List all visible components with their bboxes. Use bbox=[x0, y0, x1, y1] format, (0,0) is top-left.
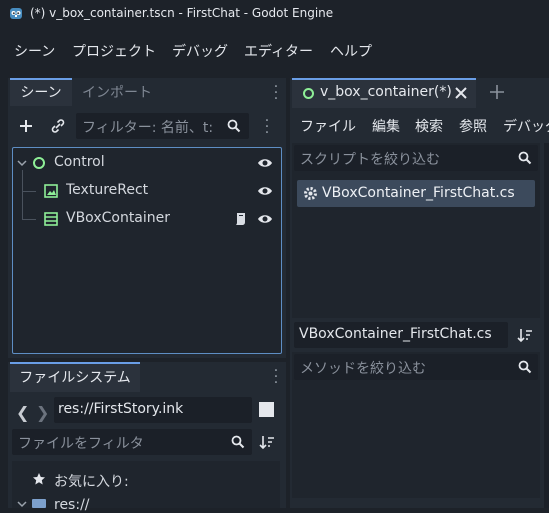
tab-label: v_box_container(*) bbox=[320, 84, 452, 100]
window-title: (*) v_box_container.tscn - FirstChat - G… bbox=[30, 6, 334, 20]
scene-options-icon[interactable]: · · · bbox=[262, 114, 272, 140]
sort-icon[interactable] bbox=[259, 434, 275, 450]
current-script-name: VBoxContainer_FirstChat.cs bbox=[299, 326, 492, 342]
tree-item-label: Control bbox=[54, 154, 105, 170]
close-icon[interactable] bbox=[455, 87, 467, 99]
menu-editor[interactable]: エディター bbox=[244, 41, 313, 61]
tree-item-vboxcontainer[interactable]: VBoxContainer bbox=[16, 206, 278, 232]
star-icon bbox=[32, 472, 46, 486]
tab-import[interactable]: インポート bbox=[82, 80, 152, 106]
script-menu-debug[interactable]: デバッグ bbox=[503, 116, 549, 136]
control-node-icon bbox=[32, 156, 46, 170]
search-icon bbox=[231, 435, 245, 449]
filesystem-path-value: res://FirstStory.ink bbox=[58, 401, 184, 417]
script-menu-file[interactable]: ファイル bbox=[300, 116, 356, 136]
back-arrow-icon[interactable]: ❮ bbox=[16, 403, 29, 422]
add-tab-icon[interactable] bbox=[488, 83, 506, 101]
tab-filesystem[interactable]: ファイルシステム bbox=[10, 362, 140, 392]
search-icon bbox=[518, 151, 532, 165]
menu-project[interactable]: プロジェクト bbox=[72, 41, 156, 61]
chevron-down-icon[interactable] bbox=[16, 500, 28, 508]
script-attached-icon[interactable] bbox=[234, 211, 248, 227]
visibility-eye-icon[interactable] bbox=[257, 212, 273, 226]
menu-help[interactable]: ヘルプ bbox=[330, 41, 372, 61]
scene-tab-icon bbox=[302, 87, 315, 100]
script-filter-input[interactable]: スクリプトを絞り込む bbox=[294, 145, 538, 171]
script-menu-goto[interactable]: 参照 bbox=[459, 116, 487, 136]
file-tree bbox=[12, 461, 280, 508]
sort-methods-icon[interactable] bbox=[517, 327, 533, 343]
link-icon[interactable] bbox=[50, 118, 66, 134]
code-editor-edge bbox=[544, 143, 549, 508]
script-menu-edit[interactable]: 編集 bbox=[372, 116, 400, 136]
texture-rect-icon bbox=[44, 184, 58, 198]
add-node-icon[interactable] bbox=[18, 118, 34, 134]
method-filter-placeholder: メソッドを絞り込む bbox=[300, 361, 426, 377]
godot-logo-icon bbox=[8, 5, 24, 21]
tab-scene[interactable]: シーン bbox=[10, 78, 72, 106]
scene-dock-menu-icon[interactable]: · · · bbox=[271, 80, 281, 106]
folder-icon bbox=[32, 499, 46, 508]
forward-arrow-icon[interactable]: ❯ bbox=[36, 403, 49, 422]
tree-item-texturerect[interactable]: TextureRect bbox=[16, 178, 278, 204]
script-gear-icon bbox=[303, 186, 318, 201]
scene-filter-input[interactable]: フィルター: 名前、t: bbox=[76, 113, 249, 139]
filesystem-path-field[interactable]: res://FirstStory.ink bbox=[54, 397, 252, 423]
favorites-label[interactable]: お気に入り: bbox=[54, 471, 129, 491]
current-script-field: VBoxContainer_FirstChat.cs bbox=[294, 322, 508, 348]
vbox-container-icon bbox=[44, 212, 58, 226]
tree-item-label: VBoxContainer bbox=[66, 210, 171, 226]
file-filter-input[interactable]: ファイルをフィルタ bbox=[12, 429, 252, 455]
tree-item-label: TextureRect bbox=[66, 182, 149, 198]
toggle-split-icon[interactable] bbox=[259, 402, 274, 417]
script-list-item[interactable]: VBoxContainer_FirstChat.cs bbox=[297, 180, 535, 207]
res-root-label[interactable]: res:// bbox=[54, 497, 90, 513]
visibility-eye-icon[interactable] bbox=[257, 156, 273, 170]
method-filter-input[interactable]: メソッドを絞り込む bbox=[294, 354, 538, 380]
menu-debug[interactable]: デバッグ bbox=[172, 41, 228, 61]
script-list-item-label: VBoxContainer_FirstChat.cs bbox=[322, 185, 515, 201]
script-menu-search[interactable]: 検索 bbox=[415, 116, 443, 136]
scene-filter-placeholder: フィルター: 名前、t: bbox=[82, 120, 214, 136]
visibility-eye-icon[interactable] bbox=[257, 184, 273, 198]
script-filter-placeholder: スクリプトを絞り込む bbox=[300, 152, 440, 168]
file-filter-placeholder: ファイルをフィルタ bbox=[18, 436, 144, 452]
menu-scene[interactable]: シーン bbox=[14, 41, 55, 61]
search-icon bbox=[518, 360, 532, 374]
tab-v-box-container[interactable]: v_box_container(*) bbox=[292, 78, 476, 108]
search-icon bbox=[227, 119, 241, 133]
window-title-bar: (*) v_box_container.tscn - FirstChat - G… bbox=[0, 0, 549, 28]
filesystem-dock-menu-icon[interactable]: · · · bbox=[271, 364, 281, 390]
tree-item-control[interactable]: Control bbox=[16, 150, 278, 176]
